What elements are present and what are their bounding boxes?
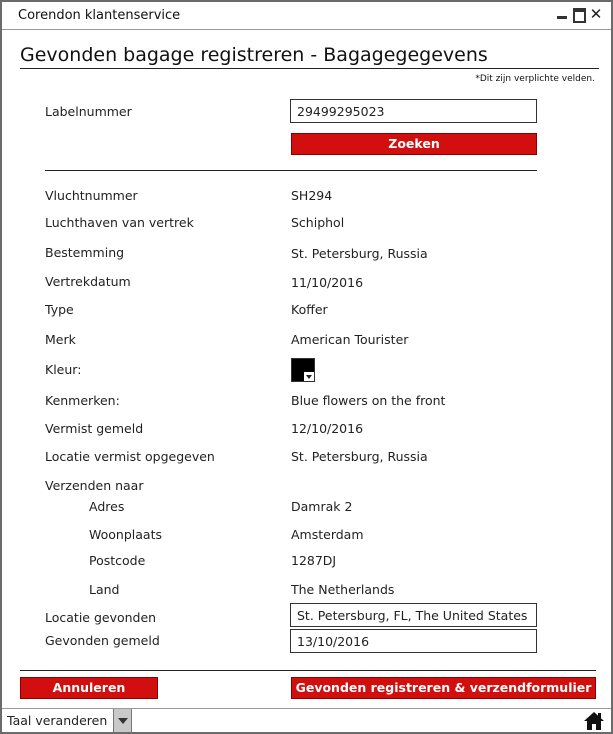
window-controls: ✕ <box>555 7 603 23</box>
label-number-label: Labelnummer <box>45 104 132 119</box>
actions-divider <box>20 670 596 671</box>
destination-label: Bestemming <box>45 245 125 260</box>
cancel-button[interactable]: Annuleren <box>20 677 158 699</box>
close-icon[interactable]: ✕ <box>589 7 603 22</box>
type-label: Type <box>45 302 74 317</box>
address-value: Damrak 2 <box>291 499 353 514</box>
country-value: The Netherlands <box>291 582 395 597</box>
features-label: Kenmerken: <box>45 393 120 408</box>
home-icon[interactable] <box>583 711 605 731</box>
required-fields-note: *Dit zijn verplichte velden. <box>475 74 595 84</box>
postcode-value: 1287DJ <box>291 553 337 568</box>
page-title: Gevonden bagage registreren - Bagagegege… <box>20 44 488 66</box>
app-window: Corendon klantenservice ✕ Gevonden bagag… <box>0 0 613 734</box>
ship-to-label: Verzenden naar <box>45 478 144 493</box>
language-select-label: Taal veranderen <box>7 713 108 728</box>
city-label: Woonplaats <box>89 527 162 542</box>
minimize-icon[interactable] <box>555 7 569 21</box>
title-divider <box>20 68 599 69</box>
search-button[interactable]: Zoeken <box>291 133 537 155</box>
brand-value: American Tourister <box>291 332 409 347</box>
postcode-label: Postcode <box>89 553 146 568</box>
title-bar: Corendon klantenservice ✕ <box>2 2 611 30</box>
section-divider <box>45 170 537 171</box>
found-location-input[interactable] <box>290 603 537 627</box>
label-number-input[interactable] <box>290 99 537 123</box>
found-location-label: Locatie gevonden <box>45 610 157 625</box>
city-value: Amsterdam <box>291 527 364 542</box>
brand-label: Merk <box>45 332 76 347</box>
missing-location-label: Locatie vermist opgegeven <box>45 449 215 464</box>
departure-airport-label: Luchthaven van vertrek <box>45 215 194 230</box>
features-value: Blue flowers on the front <box>291 393 446 408</box>
found-reported-label: Gevonden gemeld <box>45 633 160 648</box>
departure-date-value: 11/10/2016 <box>291 275 364 290</box>
maximize-icon[interactable] <box>572 7 586 23</box>
destination-value: St. Petersburg, Russia <box>291 246 428 261</box>
color-picker[interactable] <box>291 358 315 382</box>
chevron-down-icon <box>304 372 314 381</box>
country-label: Land <box>89 582 120 597</box>
reported-missing-label: Vermist gemeld <box>45 421 144 436</box>
window-title: Corendon klantenservice <box>18 8 181 23</box>
departure-date-label: Vertrekdatum <box>45 274 131 289</box>
chevron-down-icon[interactable] <box>113 709 131 732</box>
missing-location-value: St. Petersburg, Russia <box>291 449 428 464</box>
language-select[interactable]: Taal veranderen <box>2 709 132 733</box>
reported-missing-value: 12/10/2016 <box>291 421 364 436</box>
flight-number-value: SH294 <box>291 188 333 203</box>
departure-airport-value: Schiphol <box>291 215 345 230</box>
address-label: Adres <box>89 499 125 514</box>
found-reported-input[interactable] <box>290 629 537 653</box>
register-print-button[interactable]: Gevonden registreren & verzendformulier … <box>291 677 596 715</box>
status-bar: Taal veranderen <box>2 708 611 733</box>
flight-number-label: Vluchtnummer <box>45 188 138 203</box>
color-label: Kleur: <box>45 362 82 377</box>
type-value: Koffer <box>291 302 328 317</box>
